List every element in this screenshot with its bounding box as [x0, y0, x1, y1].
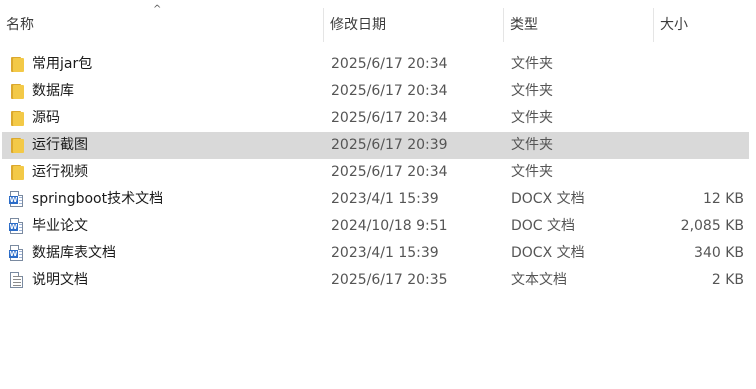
- file-type: 文件夹: [511, 83, 553, 99]
- file-date-modified: 2025/6/17 20:34: [331, 164, 448, 180]
- file-row[interactable]: 运行视频 2025/6/17 20:34 文件夹: [0, 159, 756, 186]
- file-row[interactable]: 数据库 2025/6/17 20:34 文件夹: [0, 78, 756, 105]
- file-row[interactable]: 常用jar包 2025/6/17 20:34 文件夹: [0, 51, 756, 78]
- file-name: 毕业论文: [32, 218, 88, 234]
- file-date-modified: 2025/6/17 20:39: [331, 137, 448, 153]
- column-header-type[interactable]: 类型: [504, 8, 653, 42]
- file-type: 文件夹: [511, 110, 553, 126]
- column-header-size[interactable]: 大小: [654, 8, 756, 42]
- file-row[interactable]: Wspringboot技术文档 2023/4/1 15:39 DOCX 文档 12 K…: [0, 186, 756, 213]
- word-docx-icon: W: [9, 191, 25, 207]
- file-type: 文件夹: [511, 164, 553, 180]
- file-type: 文件夹: [511, 137, 553, 153]
- folder-icon: [9, 164, 25, 180]
- folder-icon: [9, 110, 25, 126]
- file-type: DOCX 文档: [511, 245, 585, 261]
- file-type: 文本文档: [511, 272, 567, 288]
- file-name: 数据库: [32, 83, 74, 99]
- file-size: 340 KB: [694, 245, 744, 261]
- file-row[interactable]: 运行截图 2025/6/17 20:39 文件夹: [0, 132, 756, 159]
- file-size: 2 KB: [711, 272, 744, 288]
- file-type: 文件夹: [511, 56, 553, 72]
- file-date-modified: 2023/4/1 15:39: [331, 245, 439, 261]
- file-name: 常用jar包: [32, 56, 93, 72]
- folder-icon: [9, 56, 25, 72]
- file-name: 说明文档: [32, 272, 88, 288]
- file-size: 2,085 KB: [680, 218, 744, 234]
- file-date-modified: 2025/6/17 20:34: [331, 110, 448, 126]
- file-date-modified: 2024/10/18 9:51: [331, 218, 448, 234]
- column-header-name[interactable]: 名称: [0, 8, 323, 42]
- file-name: 数据库表文档: [32, 245, 116, 261]
- folder-icon: [9, 137, 25, 153]
- file-type: DOC 文档: [511, 218, 576, 234]
- file-date-modified: 2025/6/17 20:34: [331, 56, 448, 72]
- folder-icon: [9, 83, 25, 99]
- file-name: 源码: [32, 110, 60, 126]
- file-date-modified: 2023/4/1 15:39: [331, 191, 439, 207]
- text-document-icon: [9, 272, 25, 288]
- file-name: springboot技术文档: [32, 191, 164, 207]
- file-name: 运行视频: [32, 164, 88, 180]
- column-header-date-modified[interactable]: 修改日期: [324, 8, 503, 42]
- file-name: 运行截图: [32, 137, 88, 153]
- file-row[interactable]: W 毕业论文 2024/10/18 9:51 DOC 文档 2,085 KB: [0, 213, 756, 240]
- file-date-modified: 2025/6/17 20:34: [331, 83, 448, 99]
- word-doc-icon: W: [9, 218, 25, 234]
- file-row[interactable]: W 数据库表文档 2023/4/1 15:39 DOCX 文档 340 KB: [0, 240, 756, 267]
- file-size: 12 KB: [702, 191, 744, 207]
- word-docx-icon: W: [9, 245, 25, 261]
- file-row[interactable]: 说明文档 2025/6/17 20:35 文本文档 2 KB: [0, 267, 756, 294]
- file-row[interactable]: 源码 2025/6/17 20:34 文件夹: [0, 105, 756, 132]
- file-date-modified: 2025/6/17 20:35: [331, 272, 448, 288]
- column-header-bar: ^ 名称 修改日期 类型 大小: [0, 0, 756, 44]
- file-type: DOCX 文档: [511, 191, 585, 207]
